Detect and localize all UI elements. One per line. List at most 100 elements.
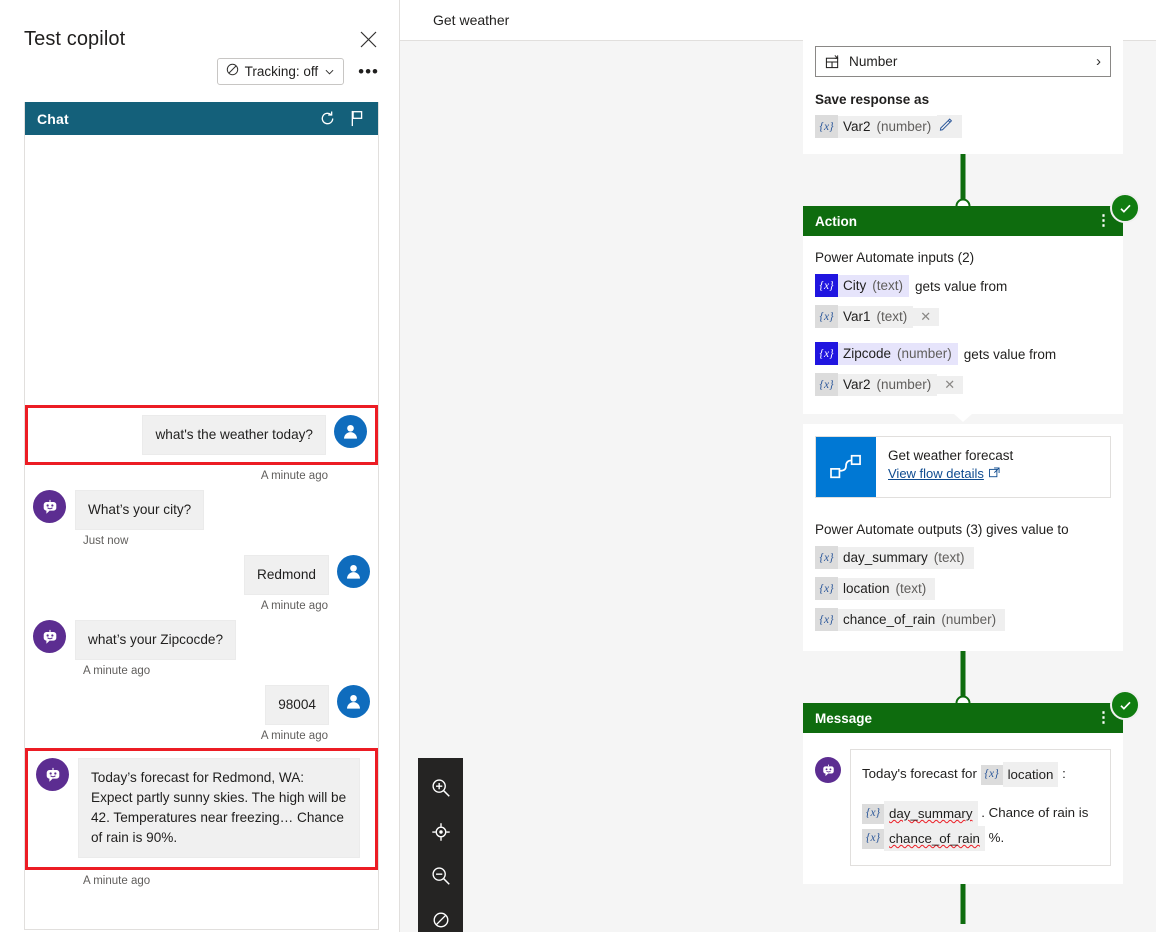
pencil-icon[interactable]: [937, 115, 963, 138]
input-value-row: {x} Var1 (text) ✕: [815, 305, 1111, 330]
variable-token-icon: {x}: [815, 546, 838, 569]
reset-zoom-icon[interactable]: [418, 898, 463, 932]
input-value-row: {x} Var2 (number) ✕: [815, 373, 1111, 398]
view-flow-details-link[interactable]: View flow details: [888, 466, 1000, 481]
variable-token-icon: {x}: [815, 342, 838, 365]
connector-action-to-message: [803, 651, 1123, 711]
message-node-menu-button[interactable]: ⋮: [1096, 710, 1111, 725]
variable-chip-day-summary[interactable]: {x} day_summary (text): [815, 546, 974, 569]
message-line3-text: %.: [984, 830, 1005, 846]
variable-chip-chance-of-rain[interactable]: {x} chance_of_rain (number): [815, 608, 1006, 631]
tracking-toggle-button[interactable]: Tracking: off: [216, 58, 345, 85]
page-title: Test copilot: [24, 28, 126, 50]
variable-chip-var2[interactable]: {x} Var2 (number): [815, 115, 963, 138]
output-row: {x} day_summary (text): [815, 546, 1111, 571]
variable-type: (text): [895, 577, 936, 600]
variable-name: day_summary: [838, 546, 934, 569]
input-param-row: {x} City (text) gets value from: [815, 274, 1111, 299]
variable-chip-location[interactable]: {x} location: [980, 762, 1059, 787]
close-icon[interactable]: ✕: [937, 375, 964, 394]
connector-message-tail: [803, 884, 1123, 924]
variable-name: day_summary: [884, 801, 978, 826]
chat-message-bot: Today’s forecast for Redmond, WA: Expect…: [28, 758, 375, 858]
tracking-label: Tracking: off: [244, 63, 319, 79]
inputs-label: Power Automate inputs (2): [815, 250, 975, 265]
variable-token-icon: {x}: [862, 828, 884, 849]
refresh-icon[interactable]: [319, 110, 336, 127]
question-node: Number › Save response as {x} Var2 (numb…: [803, 0, 1123, 154]
message-timestamp: A minute ago: [260, 470, 328, 482]
view-flow-details-label: View flow details: [888, 466, 984, 481]
highlight-box-user-question: what's the weather today?: [25, 405, 378, 465]
message-bubble: what’s your Zipcocde?: [75, 620, 237, 660]
action-node: Action ⋮ Power Automate inputs (2) {x} C…: [803, 193, 1140, 651]
message-node-title: Message: [815, 710, 873, 726]
variable-type: (text): [933, 546, 974, 569]
message-timestamp: A minute ago: [260, 730, 328, 742]
bot-avatar-icon: [815, 757, 841, 783]
message-bubble: What’s your city?: [75, 490, 205, 530]
more-options-button[interactable]: •••: [354, 63, 383, 80]
message-timestamp: Just now: [83, 535, 129, 547]
variable-chip-location[interactable]: {x} location (text): [815, 577, 936, 600]
variable-chip-chance-of-rain[interactable]: {x} chance_of_rain: [862, 826, 985, 851]
close-icon[interactable]: ✕: [913, 307, 940, 326]
gets-value-from-label: gets value from: [915, 279, 1008, 294]
param-type: (number): [897, 342, 958, 365]
message-node-header[interactable]: Message ⋮: [803, 690, 1140, 733]
highlight-box-bot-answer: Today’s forecast for Redmond, WA: Expect…: [25, 748, 378, 870]
test-copilot-subbar: Tracking: off •••: [0, 52, 399, 85]
variable-token-icon: {x}: [815, 373, 838, 396]
identity-field-value: Number: [849, 54, 898, 69]
chat-container: Chat what's the weather today? A minute …: [24, 102, 379, 930]
node-column: Number › Save response as {x} Var2 (numb…: [803, 0, 1140, 924]
output-row: {x} location (text): [815, 577, 1111, 602]
param-chip-city[interactable]: {x} City (text): [815, 274, 910, 297]
external-link-icon: [988, 466, 1000, 481]
flow-card[interactable]: Get weather forecast View flow details: [815, 436, 1111, 498]
action-node-menu-button[interactable]: ⋮: [1096, 213, 1111, 228]
flag-icon[interactable]: [350, 110, 366, 127]
close-icon[interactable]: [355, 26, 381, 52]
flow-name: Get weather forecast: [888, 448, 1014, 463]
message-bubble: what's the weather today?: [142, 415, 326, 455]
message-line-1: Today's forecast for {x} location :: [862, 762, 1099, 787]
gets-value-from-label: gets value from: [963, 347, 1057, 362]
message-node: Message ⋮ Today's forecast for {x} locati: [803, 690, 1140, 884]
message-line1-suffix: :: [1058, 766, 1066, 782]
avatar: [337, 555, 370, 588]
variable-token-icon: {x}: [815, 577, 838, 600]
zoom-toolbar: [418, 758, 463, 932]
variable-name: chance_of_rain: [884, 826, 985, 851]
param-chip-zipcode[interactable]: {x} Zipcode (number): [815, 342, 958, 365]
variable-name: location: [838, 577, 896, 600]
variable-type: (number): [941, 608, 1006, 631]
variable-type: (number): [876, 373, 938, 396]
variable-token-icon: {x}: [815, 608, 838, 631]
chevron-right-icon[interactable]: ›: [1096, 53, 1101, 70]
zoom-in-icon[interactable]: [418, 766, 463, 810]
input-param-row: {x} Zipcode (number) gets value from: [815, 342, 1111, 367]
output-row: {x} chance_of_rain (number): [815, 608, 1111, 633]
message-text-editor[interactable]: Today's forecast for {x} location : {x} da…: [850, 749, 1111, 866]
flow-card-meta: Get weather forecast View flow details: [876, 437, 1013, 497]
test-copilot-header: Test copilot: [0, 0, 399, 52]
chevron-down-icon: [325, 64, 334, 80]
message-timestamp: A minute ago: [83, 665, 151, 677]
variable-name: Var2: [838, 115, 877, 138]
message-timestamp: A minute ago: [260, 600, 328, 612]
chat-message-list[interactable]: what's the weather today? A minute ago W…: [25, 135, 378, 929]
action-node-outputs: Power Automate outputs (3) gives value t…: [803, 510, 1123, 651]
message-bubble: 98004: [265, 685, 329, 725]
canvas-surface[interactable]: Number › Save response as {x} Var2 (numb…: [400, 0, 1156, 932]
variable-chip-var1[interactable]: {x} Var1 (text) ✕: [815, 305, 940, 328]
bot-avatar-icon: [36, 758, 69, 791]
variable-chip-day-summary[interactable]: {x} day_summary: [862, 801, 978, 826]
zoom-out-icon[interactable]: [418, 854, 463, 898]
action-node-header[interactable]: Action ⋮: [803, 193, 1140, 236]
variable-chip-var2[interactable]: {x} Var2 (number) ✕: [815, 373, 964, 396]
chat-message-user: Redmond: [25, 555, 378, 595]
message-line2-text: . Chance of rain is: [977, 805, 1089, 821]
fit-to-screen-icon[interactable]: [418, 810, 463, 854]
identity-field[interactable]: Number ›: [815, 46, 1111, 77]
